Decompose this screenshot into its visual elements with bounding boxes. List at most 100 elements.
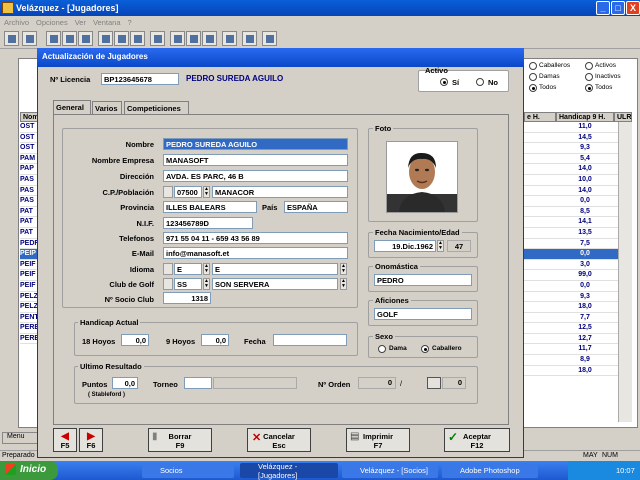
filter-todos-sexo-radio[interactable] [529,84,537,92]
sexo-caballero-radio[interactable] [421,345,429,353]
table-row-name[interactable]: PELZ [20,292,38,303]
table-row[interactable]: 7,5 [524,239,632,250]
table-row-name[interactable]: PEIF [20,260,38,271]
cp-field[interactable]: 07500 [174,186,202,198]
tab-competiciones[interactable]: Competiciones [124,101,189,114]
prev-record-button[interactable]: ◀ F5 [53,428,77,452]
edit-tool-icon[interactable] [22,31,37,46]
table-row[interactable]: 11,7 [524,344,632,356]
table-row-name[interactable]: PAT [20,228,38,239]
table-tool-icon[interactable] [150,31,165,46]
idioma-code-field[interactable]: E [174,263,202,275]
filter-inactivos-radio[interactable] [585,73,593,81]
h18-field[interactable]: 0,0 [121,334,149,346]
table-row[interactable]: 18,0 [524,366,632,377]
activo-si-radio[interactable] [440,78,448,86]
nombre-field[interactable]: PEDRO SUREDA AGUILO [163,138,348,150]
help-tool-icon[interactable] [242,31,257,46]
table-row-name[interactable]: PEIF [20,270,38,281]
menu-help[interactable]: ? [128,18,132,27]
copy-tool-icon[interactable] [62,31,77,46]
table-row[interactable]: 14,5 [524,133,632,144]
task-jugadores[interactable]: Velázquez - [Jugadores] [240,462,338,480]
email-field[interactable]: info@manasoft.et [163,247,348,259]
table-row-name[interactable]: PAS [20,186,38,197]
table-row[interactable]: 12,7 [524,334,632,345]
window-tool-icon[interactable] [222,31,237,46]
table-row-name[interactable]: PAS [20,175,38,186]
table-row[interactable]: 14,0 [524,164,632,175]
table-row-name[interactable]: PERE [20,323,39,334]
table-row[interactable]: 0,0 [524,196,632,207]
close-button[interactable]: X [626,1,640,15]
empresa-field[interactable]: MANASOFT [163,154,348,166]
table-row-name[interactable]: PEDR [20,239,39,250]
list-tool-icon[interactable] [114,31,129,46]
club-dropdown[interactable]: ▲ ▼ [340,278,347,290]
table-row-name[interactable]: OST [20,133,38,144]
preview-tool-icon[interactable] [186,31,201,46]
telefonos-field[interactable]: 971 55 04 11 - 659 43 56 89 [163,232,348,244]
table-row-name[interactable]: PEIP [20,249,38,260]
table-row-name[interactable]: PELZ [20,302,38,313]
menu-archivo[interactable]: Archivo [4,18,29,27]
table-row-name[interactable]: PAS [20,196,38,207]
borrar-button[interactable]: Borrar F9 [148,428,212,452]
table-row[interactable]: 99,0 [524,270,632,281]
new-tool-icon[interactable] [98,31,113,46]
idioma-spinner[interactable]: ▲ ▼ [203,263,210,275]
table-row[interactable]: 9,3 [524,292,632,303]
orden-search-icon[interactable] [427,377,441,389]
idioma-dropdown[interactable]: ▲ ▼ [340,263,347,275]
table-row[interactable]: 7,7 [524,313,632,324]
maximize-button[interactable]: □ [611,1,625,15]
task-socios-app[interactable]: Velázquez - [Socios] [342,463,438,478]
col-header-handicap[interactable]: Handicap 9 H. [556,112,614,122]
table-row-name[interactable]: PAM [20,154,38,165]
table-row[interactable]: 8,5 [524,207,632,218]
table-row[interactable]: 11,0 [524,122,632,133]
table-row[interactable]: 14,1 [524,217,632,228]
table-row[interactable]: 0,0 [524,281,632,292]
open-tool-icon[interactable] [4,31,19,46]
table-row[interactable]: 0,0 [524,249,632,260]
table-row-name[interactable]: PAT [20,207,38,218]
filter-caballeros-radio[interactable] [529,62,537,70]
puntos-field[interactable]: 0,0 [112,377,138,389]
socio-field[interactable]: 1318 [163,292,211,304]
tab-general[interactable]: General [53,100,91,114]
club-spinner[interactable]: ▲ ▼ [203,278,210,290]
copy2-tool-icon[interactable] [202,31,217,46]
cp-lookup-icon[interactable] [163,186,173,198]
table-row-name[interactable]: PEIF [20,281,38,292]
next-record-button[interactable]: ▶ F6 [79,428,103,452]
direccion-field[interactable]: AVDA. ES PARC, 46 B [163,170,348,182]
table-row[interactable]: 13,5 [524,228,632,239]
table-row[interactable]: 8,9 [524,355,632,366]
sexo-dama-radio[interactable] [378,345,386,353]
pais-field[interactable]: ESPAÑA [284,201,348,213]
nif-field[interactable]: 123456789D [163,217,253,229]
table-row[interactable]: 3,0 [524,260,632,271]
table-row-name[interactable]: PAT [20,217,38,228]
paste-tool-icon[interactable] [78,31,93,46]
menu-ver[interactable]: Ver [75,18,86,27]
provincia-field[interactable]: ILLES BALEARS [163,201,257,213]
filter-damas-radio[interactable] [529,73,537,81]
table-row-name[interactable]: PENT [20,313,39,324]
table-row[interactable]: 18,0 [524,302,632,313]
table-row-name[interactable]: OST [20,143,38,154]
exit-tool-icon[interactable] [262,31,277,46]
poblacion-field[interactable]: MANACOR [212,186,348,198]
table-row-name[interactable]: PERE [20,334,39,345]
licencia-field[interactable]: BP123645678 [101,73,179,85]
table-row[interactable]: 12,5 [524,323,632,334]
filter-todos-estado-radio[interactable] [585,84,593,92]
table-row[interactable]: 5,4 [524,154,632,165]
col-header-h[interactable]: e H. [524,112,556,122]
table-row-name[interactable]: PAP [20,164,38,175]
nacimiento-field[interactable]: 19.Dic.1962 [374,240,436,252]
h9-field[interactable]: 0,0 [201,334,229,346]
club-code-field[interactable]: SS [174,278,202,290]
aficiones-field[interactable]: GOLF [374,308,472,320]
